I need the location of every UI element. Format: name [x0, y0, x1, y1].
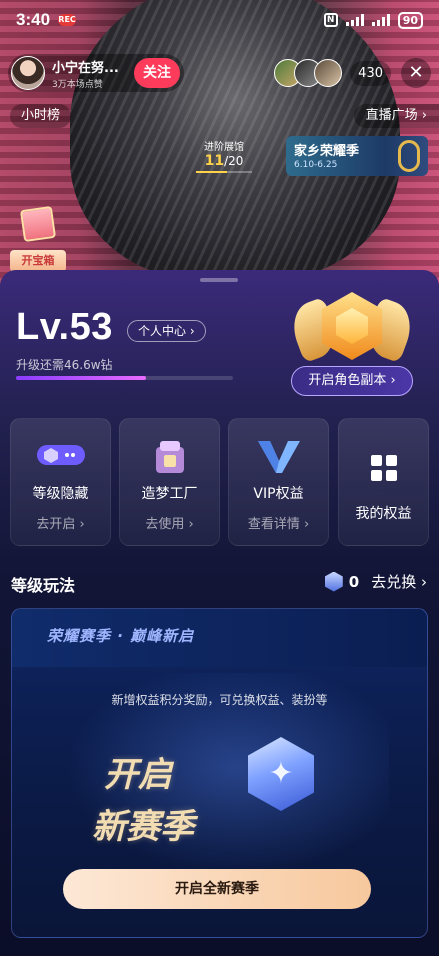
grid-icon	[370, 455, 397, 481]
open-role-instance-button[interactable]: 开启角色副本 ›	[291, 366, 413, 396]
season-headline-line2: 新赛季	[92, 807, 194, 847]
progress-bar	[196, 171, 252, 173]
toggle-icon	[36, 445, 85, 465]
new-season-card: 荣耀赛季 · 巅峰新启 新增权益积分奖励，可兑换权益、装扮等 开启 新赛季 开启…	[11, 608, 428, 938]
exhibition-progress[interactable]: 进阶展馆 11/20	[196, 138, 252, 173]
live-plaza-button[interactable]: 直播广场 ›	[353, 104, 439, 128]
exchange-link[interactable]: 去兑换 ›	[371, 571, 427, 592]
level-progress-bar	[16, 376, 233, 380]
nfc-icon: N	[323, 13, 338, 27]
sheet-grabber[interactable]	[200, 278, 238, 282]
streamer-info: 小宁在努... 3万本场点赞	[52, 57, 130, 90]
level-sheet: Lv.53 个人中心 › 升级还需46.6w钻 开启角色副本 › 等级隐藏 去开…	[0, 270, 439, 956]
points-exchange[interactable]: 0 去兑换 ›	[324, 571, 427, 592]
streamer-likes: 3万本场点赞	[52, 79, 103, 90]
status-right: N 90	[323, 11, 423, 29]
progress-label: 进阶展馆	[204, 142, 244, 153]
gift-box-icon	[19, 205, 57, 243]
card-subtitle: 查看详情 ›	[247, 517, 310, 532]
follow-button[interactable]: 关注	[134, 58, 180, 88]
card-subtitle: 去使用 ›	[145, 517, 194, 532]
card-title: VIP权益	[253, 486, 304, 502]
card-dream-factory[interactable]: 造梦工厂 去使用 ›	[119, 418, 220, 546]
treasure-label: 开宝箱	[10, 250, 66, 272]
close-icon[interactable]: ✕	[401, 58, 431, 88]
points-count: 0	[348, 572, 360, 591]
status-time: 3:40	[16, 10, 51, 29]
streamer-pill[interactable]: 小宁在努... 3万本场点赞 关注	[8, 54, 184, 92]
signal-icon-2	[371, 14, 390, 26]
user-level: Lv.53	[16, 306, 113, 348]
treasure-box[interactable]: 开宝箱	[10, 205, 66, 272]
section-title: 等级玩法	[11, 576, 76, 595]
viewer-count[interactable]: 430	[350, 60, 391, 86]
progress-value: 11/20	[204, 153, 244, 169]
viewer-avatar[interactable]	[314, 59, 343, 87]
benefit-cards: 等级隐藏 去开启 › 造梦工厂 去使用 › VIP权益 查看详情 › 我的权益	[10, 418, 429, 546]
hour-rank-button[interactable]: 小时榜	[10, 104, 72, 128]
personal-center-button[interactable]: 个人中心 ›	[127, 320, 206, 342]
card-title: 我的权益	[355, 506, 412, 522]
card-title: 等级隐藏	[32, 486, 89, 502]
viewer-avatars[interactable]: 430	[274, 56, 391, 90]
battery-icon: 90	[397, 11, 423, 29]
season-card-title: 荣耀赛季 · 巅峰新启	[47, 627, 195, 645]
card-title: 造梦工厂	[141, 486, 198, 502]
card-vip[interactable]: VIP权益 查看详情 ›	[228, 418, 329, 546]
signal-icon	[345, 14, 364, 26]
status-bar: 3:40 REC N 90	[0, 0, 439, 40]
season-description: 新增权益积分奖励，可兑换权益、装扮等	[111, 693, 328, 707]
season-headline-line1: 开启	[104, 755, 172, 795]
start-new-season-button[interactable]: 开启全新赛季	[63, 869, 371, 909]
factory-icon	[155, 441, 184, 473]
gem-icon	[324, 571, 343, 592]
streamer-avatar[interactable]	[11, 56, 45, 90]
card-subtitle: 去开启 ›	[36, 517, 85, 532]
card-hide-level[interactable]: 等级隐藏 去开启 ›	[10, 418, 111, 546]
upgrade-requirement: 升级还需46.6w钻	[16, 358, 113, 372]
vip-icon	[257, 441, 300, 473]
streamer-name: 小宁在努...	[52, 60, 119, 76]
record-icon: REC	[58, 14, 77, 26]
card-my-benefits[interactable]: 我的权益	[338, 418, 429, 546]
medal-icon	[398, 140, 420, 172]
hometown-season-banner[interactable]: 家乡荣耀季 6.10-6.25	[286, 136, 428, 176]
